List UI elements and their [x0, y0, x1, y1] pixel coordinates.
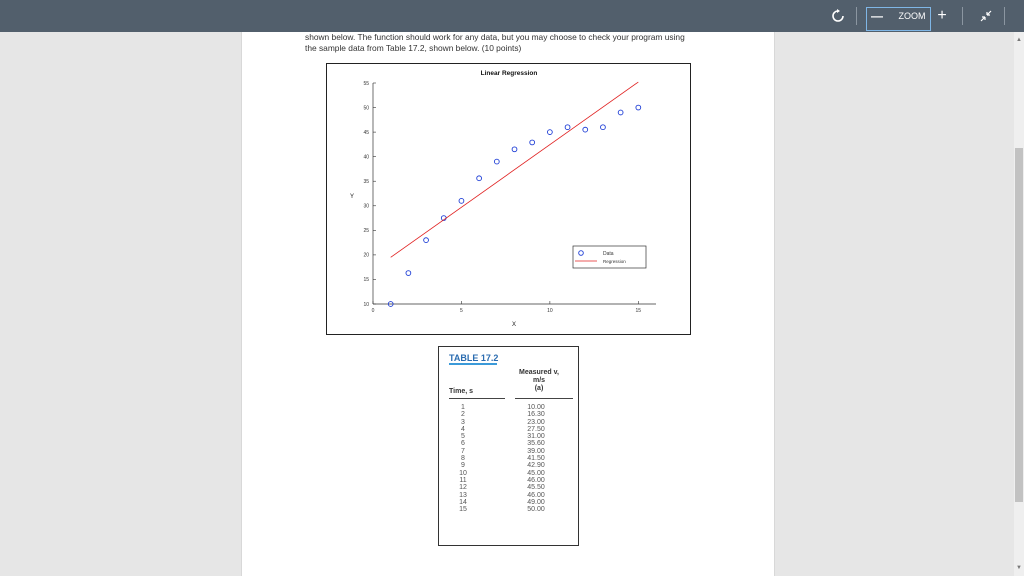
data-point	[564, 124, 571, 131]
y-tick-label: 50	[363, 105, 369, 111]
time-cell: 11	[459, 476, 467, 484]
scroll-up-arrow[interactable]: ▲	[1015, 36, 1023, 44]
y-tick-label: 40	[363, 154, 369, 160]
y-tick-label: 35	[363, 179, 369, 185]
data-table: TABLE 17.2 Measured v, m/s (a) Time, s 1…	[438, 346, 579, 546]
intro-text: shown below. The function should work fo…	[305, 32, 775, 54]
regression-line	[390, 81, 639, 258]
data-point	[582, 126, 589, 133]
toolbar-separator	[1004, 7, 1005, 25]
data-point	[511, 146, 518, 153]
zoom-out-button[interactable]: —	[868, 6, 886, 26]
velocity-cell: 31.00	[527, 433, 545, 441]
velocity-cell: 50.00	[527, 506, 545, 514]
zoom-in-button[interactable]: +	[934, 6, 950, 26]
x-tick-label: 5	[460, 308, 463, 314]
data-point	[617, 109, 624, 116]
time-cell: 1	[461, 404, 465, 411]
velocity-column: 10.00 16.30 23.00 27.50 31.00 35.60 39.00 41.50…	[519, 404, 553, 513]
viewer-toolbar: — ZOOM +	[0, 0, 1024, 32]
velocity-cell: 41.50	[527, 455, 545, 463]
velocity-header: Measured v, m/s (a)	[509, 369, 569, 393]
time-column: 1 2 3 4 5 6 7 8 9 10 11 12 13 14 15	[453, 404, 473, 513]
intro-line-2: the sample data from Table 17.2, shown b…	[305, 43, 522, 53]
legend: Data Regression	[572, 245, 647, 269]
time-cell: 15	[459, 506, 467, 514]
velocity-cell: 16.30	[527, 411, 545, 419]
data-point	[547, 129, 553, 135]
time-cell: 10	[459, 469, 467, 477]
scroll-down-arrow[interactable]: ▼	[1015, 564, 1023, 572]
time-cell: 2	[461, 411, 465, 419]
legend-box	[572, 245, 647, 269]
toolbar-separator	[856, 7, 857, 25]
y-tick-label: 20	[363, 253, 369, 259]
velocity-cell: 10.00	[527, 404, 545, 411]
y-tick-label: 30	[363, 204, 369, 210]
time-cell: 3	[461, 418, 465, 426]
time-cell: 8	[461, 455, 465, 463]
x-axis-label: X	[512, 322, 516, 328]
y-tick-label: 10	[363, 302, 369, 308]
data-point	[635, 104, 642, 111]
velocity-cell: 39.00	[527, 447, 545, 455]
velocity-header-line1: Measured v,	[519, 369, 559, 376]
velocity-cell: 42.90	[527, 462, 545, 470]
table-caption-underline	[449, 363, 497, 365]
intro-line-1: shown below. The function should work fo…	[305, 32, 685, 42]
time-cell: 7	[461, 447, 465, 455]
velocity-cell: 27.50	[527, 425, 545, 433]
velocity-cell: 45.50	[527, 484, 545, 492]
header-rule-left	[449, 398, 505, 399]
time-cell: 14	[459, 498, 467, 506]
time-cell: 12	[459, 484, 467, 492]
chart-title: Linear Regression	[481, 70, 538, 77]
velocity-cell: 46.00	[527, 476, 545, 484]
x-tick-label: 15	[636, 308, 642, 314]
data-point	[493, 158, 500, 165]
y-axis-label: Y	[350, 194, 354, 200]
plot-layer: 10 15 20 25 30 35 40 45 50 55 0 5 10 15	[363, 81, 656, 314]
legend-data-label: Data	[603, 251, 614, 257]
zoom-label: ZOOM	[898, 11, 926, 21]
velocity-cell: 23.00	[527, 418, 545, 426]
time-cell: 13	[459, 491, 467, 499]
scroll-thumb[interactable]	[1015, 148, 1023, 502]
time-header: Time, s	[449, 388, 473, 395]
data-point	[423, 237, 429, 244]
y-tick-label: 45	[363, 130, 369, 136]
toolbar-separator	[962, 7, 963, 25]
document-page: shown below. The function should work fo…	[241, 32, 775, 576]
velocity-header-line2: m/s	[532, 377, 546, 384]
data-point	[600, 124, 606, 131]
table-caption: TABLE 17.2	[449, 353, 499, 363]
vertical-scrollbar[interactable]: ▲ ▼	[1014, 32, 1024, 576]
time-cell: 6	[461, 440, 465, 448]
time-cell: 5	[461, 433, 465, 441]
collapse-icon	[980, 10, 992, 22]
collapse-button[interactable]	[976, 6, 996, 26]
legend-regression-label: Regression	[603, 259, 626, 264]
data-point	[405, 270, 412, 276]
time-cell: 4	[461, 425, 465, 433]
regression-chart: Linear Regression X Y 10 15 20 25 30 35 40 45 50…	[326, 63, 691, 335]
velocity-cell: 35.60	[527, 440, 545, 448]
header-rule-right	[515, 398, 573, 399]
data-point	[529, 139, 536, 146]
x-tick-label: 0	[372, 308, 375, 314]
velocity-cell: 45.00	[527, 469, 545, 477]
x-tick-label: 10	[547, 308, 553, 314]
rotate-button[interactable]	[828, 6, 848, 26]
data-point	[458, 198, 465, 204]
time-cell: 9	[461, 462, 465, 470]
y-tick-label: 55	[363, 81, 369, 87]
chart-svg: Linear Regression X Y 101520253035404550…	[350, 70, 656, 328]
velocity-cell: 49.00	[527, 498, 545, 506]
y-tick-label: 25	[363, 228, 369, 234]
rotate-icon	[832, 9, 844, 22]
velocity-header-line3: (a)	[534, 385, 544, 392]
data-point	[476, 175, 482, 182]
velocity-cell: 46.00	[527, 491, 545, 499]
y-tick-label: 15	[363, 277, 369, 283]
